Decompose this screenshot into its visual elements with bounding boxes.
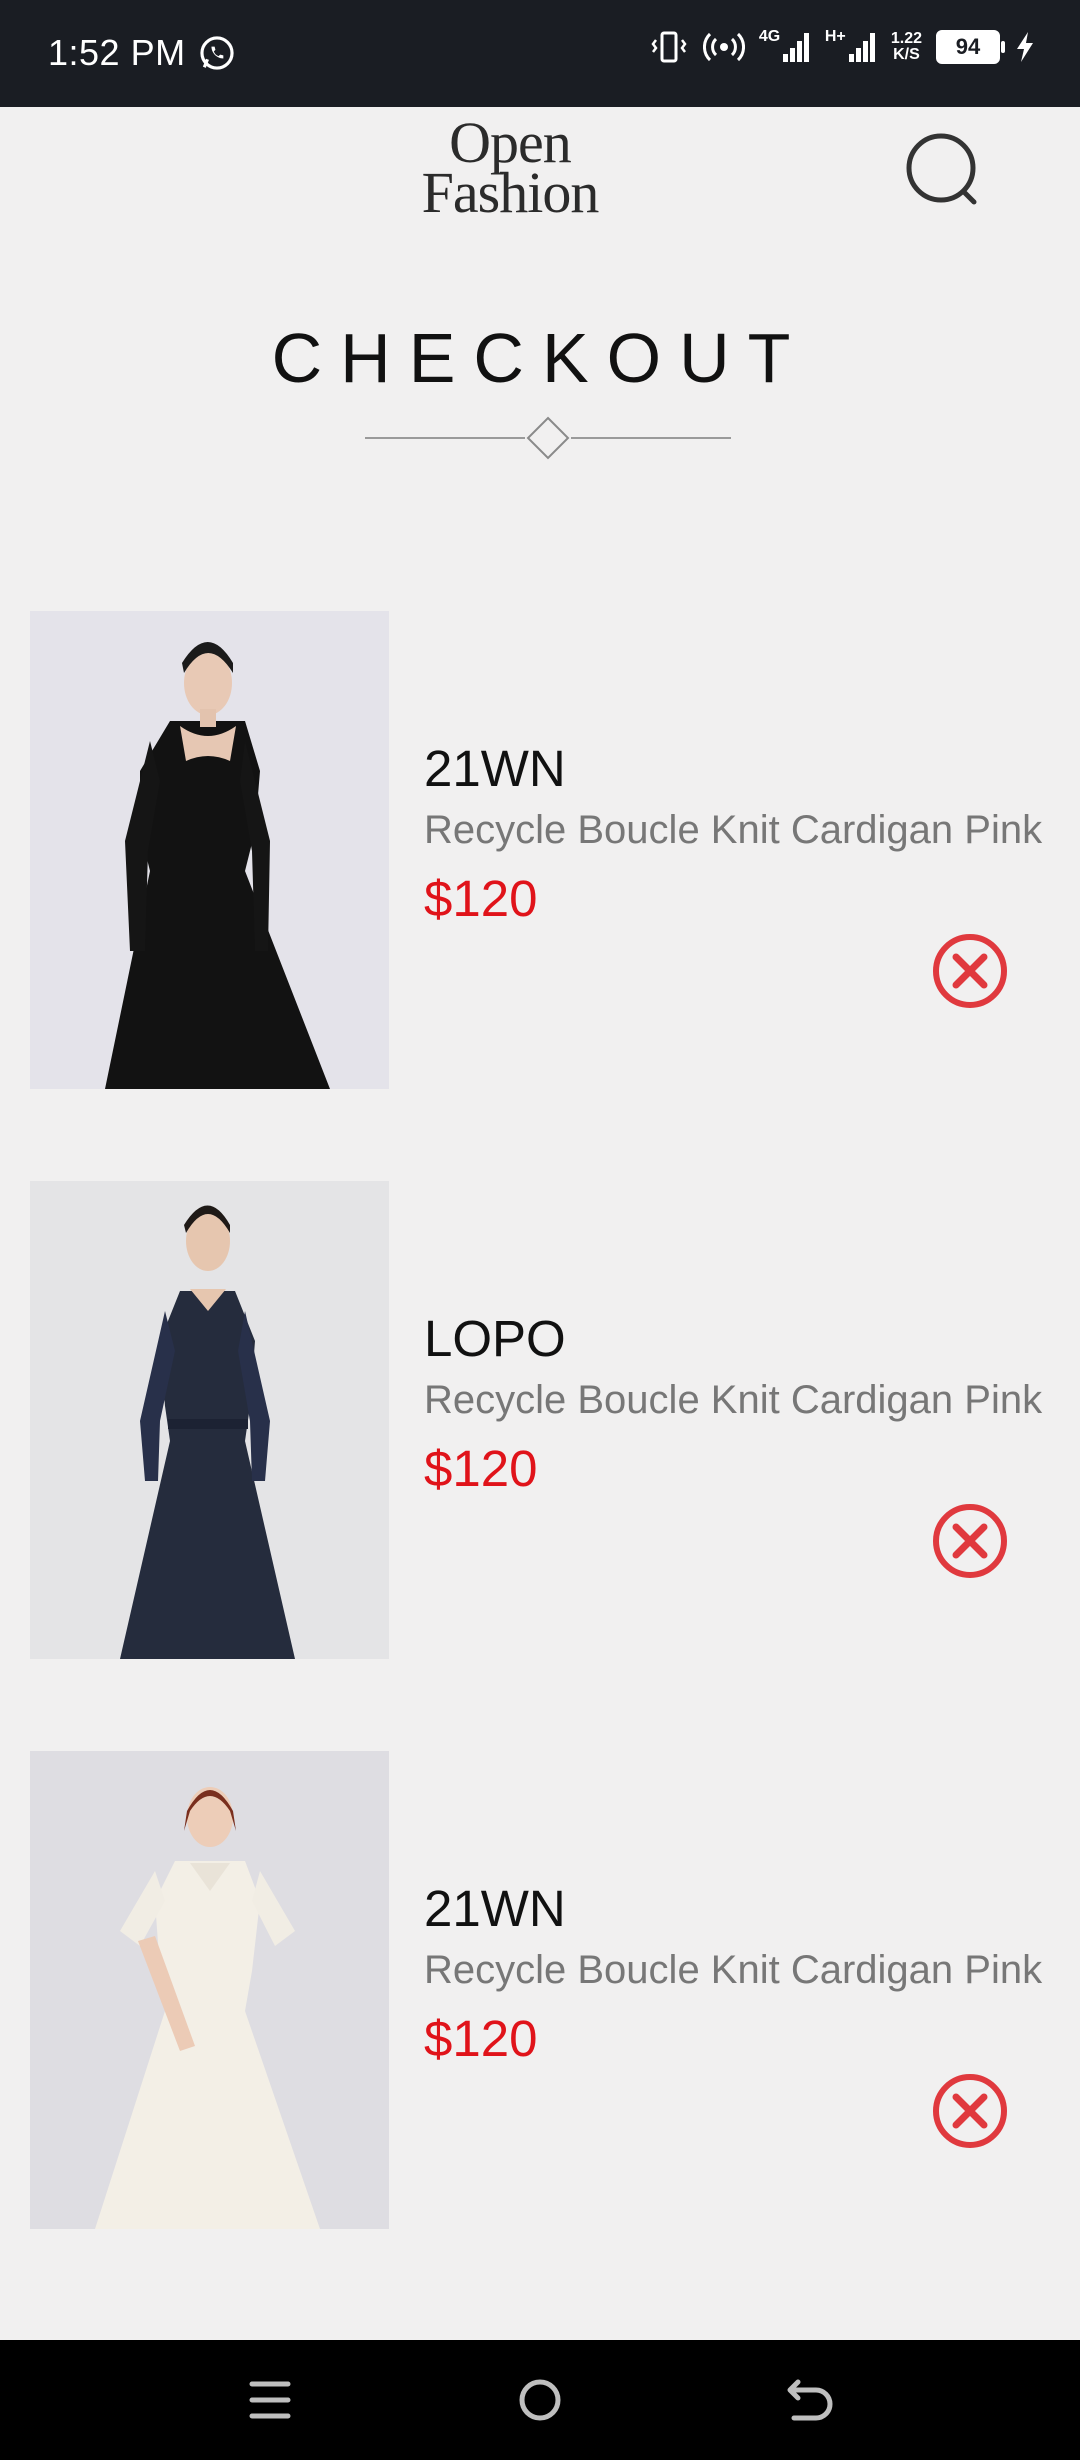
product-brand: 21WN — [424, 740, 566, 797]
cart-item: LOPO Recycle Boucle Knit Cardigan Pink $… — [0, 1181, 1080, 1659]
status-icons: 4G H+ 1.22 K/S 94 — [649, 28, 1036, 64]
product-brand: LOPO — [424, 1310, 566, 1367]
cart-item: 21WN Recycle Boucle Knit Cardigan Pink $… — [0, 1751, 1080, 2229]
product-image[interactable] — [30, 611, 389, 1089]
net-speed: 1.22 K/S — [890, 30, 922, 63]
product-price: $120 — [424, 870, 538, 927]
product-price: $120 — [424, 2010, 538, 2067]
page-title: CHECKOUT — [271, 319, 809, 397]
product-image[interactable] — [30, 1181, 389, 1659]
vibrate-icon — [651, 31, 687, 63]
home-icon[interactable] — [510, 2370, 570, 2430]
app-logo[interactable]: Open Fashion — [385, 114, 635, 222]
status-time: 1:52 PM — [48, 32, 186, 73]
menu-icon[interactable] — [240, 2370, 300, 2430]
battery-icon: 94 — [936, 30, 1005, 64]
product-brand: 21WN — [424, 1880, 566, 1937]
signal-icon: H+ — [825, 28, 877, 64]
whatsapp-icon — [200, 36, 234, 70]
hotspot-icon — [702, 32, 745, 62]
product-price: $120 — [424, 1440, 538, 1497]
signal-icon: 4G — [759, 28, 811, 64]
product-description: Recycle Boucle Knit Cardigan Pink — [424, 1948, 1043, 1992]
title-divider — [365, 416, 731, 460]
status-bar: 1:52 PM 4G H+ 1.22 K/S 94 — [0, 0, 1080, 107]
cart-item: 21WN Recycle Boucle Knit Cardigan Pink $… — [0, 611, 1080, 1089]
product-description: Recycle Boucle Knit Cardigan Pink — [424, 1378, 1043, 1422]
remove-item-icon[interactable] — [930, 931, 1010, 1011]
product-description: Recycle Boucle Knit Cardigan Pink — [424, 808, 1043, 852]
system-nav-bar — [0, 2340, 1080, 2460]
back-icon[interactable] — [780, 2370, 840, 2430]
charging-icon — [1017, 32, 1033, 62]
remove-item-icon[interactable] — [930, 2071, 1010, 2151]
product-image[interactable] — [30, 1751, 389, 2229]
search-icon[interactable] — [900, 126, 990, 216]
remove-item-icon[interactable] — [930, 1501, 1010, 1581]
